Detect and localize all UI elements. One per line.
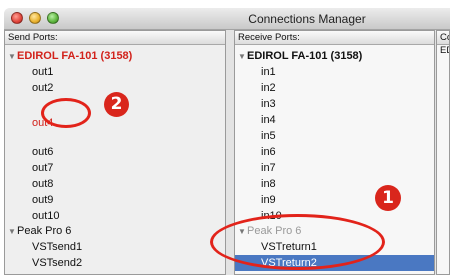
connections-header: Co — [437, 31, 449, 45]
send-port-out6[interactable]: out6 — [32, 144, 53, 160]
send-port-out7[interactable]: out7 — [32, 160, 53, 176]
receive-port-in1[interactable]: in1 — [261, 64, 276, 80]
send-ports-pane[interactable]: Send Ports: ▼EDIROL FA-101 (3158) out1 o… — [4, 30, 226, 275]
receive-port-in9[interactable]: in9 — [261, 192, 276, 208]
send-port-out2[interactable]: out2 — [32, 80, 53, 96]
annotation-ellipse-out4 — [41, 98, 91, 128]
disclosure-triangle-icon[interactable]: ▼ — [238, 49, 246, 65]
title-bar[interactable]: Connections Manager — [4, 8, 450, 30]
connections-first-entry[interactable]: ED — [437, 45, 449, 57]
send-port-out9[interactable]: out9 — [32, 192, 53, 208]
receive-port-in7[interactable]: in7 — [261, 160, 276, 176]
send-ports-header: Send Ports: — [5, 31, 225, 45]
window-title: Connections Manager — [248, 12, 366, 26]
annotation-badge-1: 1 — [375, 185, 401, 211]
annotation-badge-2: 2 — [104, 92, 129, 117]
receive-port-in8[interactable]: in8 — [261, 176, 276, 192]
connections-pane[interactable]: Co ED — [436, 30, 450, 275]
send-device-edirol-label: EDIROL FA-101 (3158) — [17, 50, 133, 62]
receive-device-edirol[interactable]: ▼EDIROL FA-101 (3158) — [238, 48, 362, 64]
receive-port-in4[interactable]: in4 — [261, 112, 276, 128]
send-port-vstsend1[interactable]: VSTsend1 — [32, 239, 82, 255]
send-port-out8[interactable]: out8 — [32, 176, 53, 192]
send-device-edirol[interactable]: ▼EDIROL FA-101 (3158) — [8, 48, 132, 64]
send-port-out10[interactable]: out10 — [32, 208, 60, 224]
send-port-vstsend2[interactable]: VSTsend2 — [32, 255, 82, 271]
receive-device-edirol-label: EDIROL FA-101 (3158) — [247, 50, 363, 62]
receive-port-in5[interactable]: in5 — [261, 128, 276, 144]
receive-ports-header: Receive Ports: — [235, 31, 434, 45]
receive-port-in2[interactable]: in2 — [261, 80, 276, 96]
receive-port-in3[interactable]: in3 — [261, 96, 276, 112]
send-device-peak[interactable]: ▼Peak Pro 6 — [8, 223, 71, 239]
receive-port-in6[interactable]: in6 — [261, 144, 276, 160]
annotation-ellipse-vstreturn — [210, 214, 385, 270]
send-device-peak-label: Peak Pro 6 — [17, 225, 72, 237]
disclosure-triangle-icon[interactable]: ▼ — [8, 224, 16, 240]
disclosure-triangle-icon[interactable]: ▼ — [8, 49, 16, 65]
send-port-out1[interactable]: out1 — [32, 64, 53, 80]
